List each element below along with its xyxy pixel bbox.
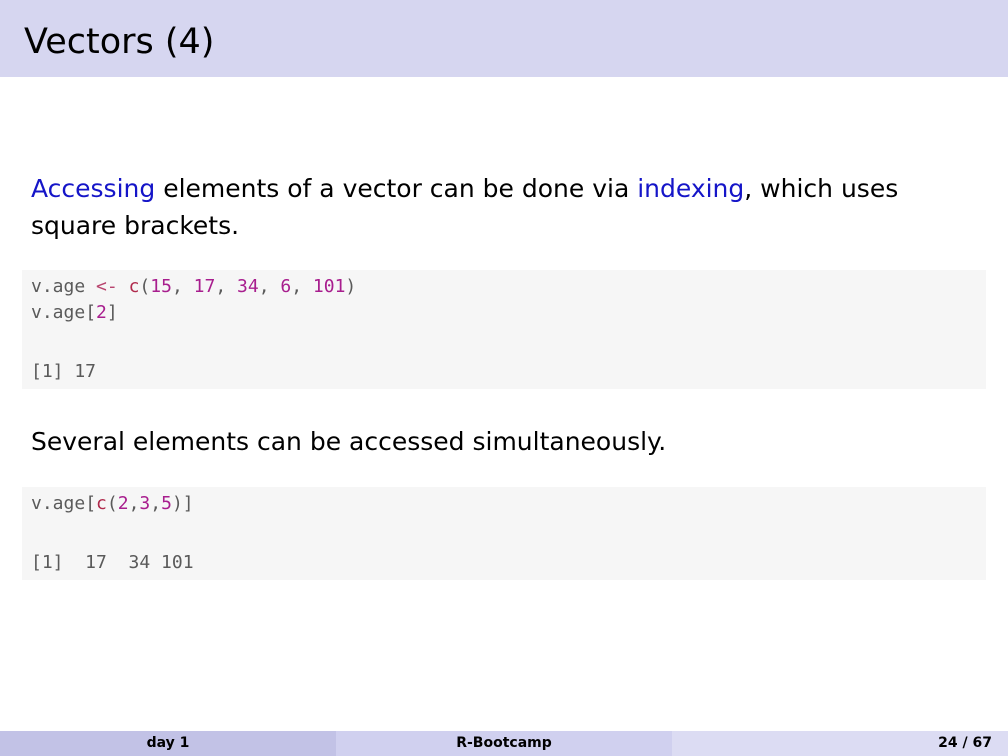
slide-title-bar: Vectors (4) [0, 0, 1008, 77]
code-token: 2 [117, 493, 129, 514]
code-token: 15 [150, 276, 172, 297]
code-token: c [128, 276, 140, 297]
code-token: ( [106, 493, 118, 514]
keyword-accessing: Accessing [31, 174, 156, 203]
code-line: v.age[c(2,3,5)] [31, 493, 194, 515]
code-token: 3 [139, 493, 151, 514]
code-block-2: v.age[c(2,3,5)] [1] 17 34 101 [22, 487, 986, 580]
code-token: 34 [237, 276, 259, 297]
footer-left-section: day 1 [0, 731, 336, 756]
code-token: [ [85, 493, 97, 514]
code-token: ( [139, 276, 151, 297]
code-token: ) [171, 493, 183, 514]
keyword-indexing: indexing [637, 174, 745, 203]
slide-title: Vectors (4) [24, 22, 215, 62]
code-token: ) [345, 276, 357, 297]
code-token: 6 [280, 276, 292, 297]
code-output: [1] 17 34 101 [31, 552, 194, 573]
code-token: v.age [31, 276, 97, 297]
code-token: ] [106, 302, 118, 323]
code-token: 2 [96, 302, 107, 323]
code-token: , [291, 276, 313, 297]
footer-page-number: 24 / 67 [938, 735, 992, 751]
footer-course-title: R-Bootcamp [456, 735, 552, 751]
code-token: <- [96, 276, 118, 297]
footer-right-section: 24 / 67 [672, 731, 1008, 756]
code-token: , [128, 493, 140, 514]
code-line: v.age[2] [31, 302, 118, 324]
code-token: 5 [161, 493, 172, 514]
code-line: v.age <- c(15, 17, 34, 6, 101) [31, 276, 356, 298]
code-token: v.age [31, 493, 86, 514]
code-token: , [171, 276, 194, 297]
code-token: , [150, 493, 162, 514]
code-token: ] [182, 493, 194, 514]
footer-center-section: R-Bootcamp [336, 731, 672, 756]
code-token: c [96, 493, 107, 514]
code-token: , [215, 276, 237, 297]
code-token: v.age [31, 302, 86, 323]
code-token: 101 [312, 276, 346, 297]
code-output: [1] 17 [31, 361, 97, 382]
code-token: 17 [193, 276, 216, 297]
code-token: , [258, 276, 281, 297]
code-token: [ [85, 302, 97, 323]
footer-day-label: day 1 [146, 735, 190, 751]
slide-footer: day 1 R-Bootcamp 24 / 67 [0, 731, 1008, 756]
intro-text-1: elements of a vector can be done via [155, 174, 638, 203]
second-paragraph: Several elements can be accessed simulta… [31, 427, 667, 456]
intro-paragraph: Accessing elements of a vector can be do… [31, 170, 981, 244]
code-block-1: v.age <- c(15, 17, 34, 6, 101) v.age[2] … [22, 270, 986, 389]
